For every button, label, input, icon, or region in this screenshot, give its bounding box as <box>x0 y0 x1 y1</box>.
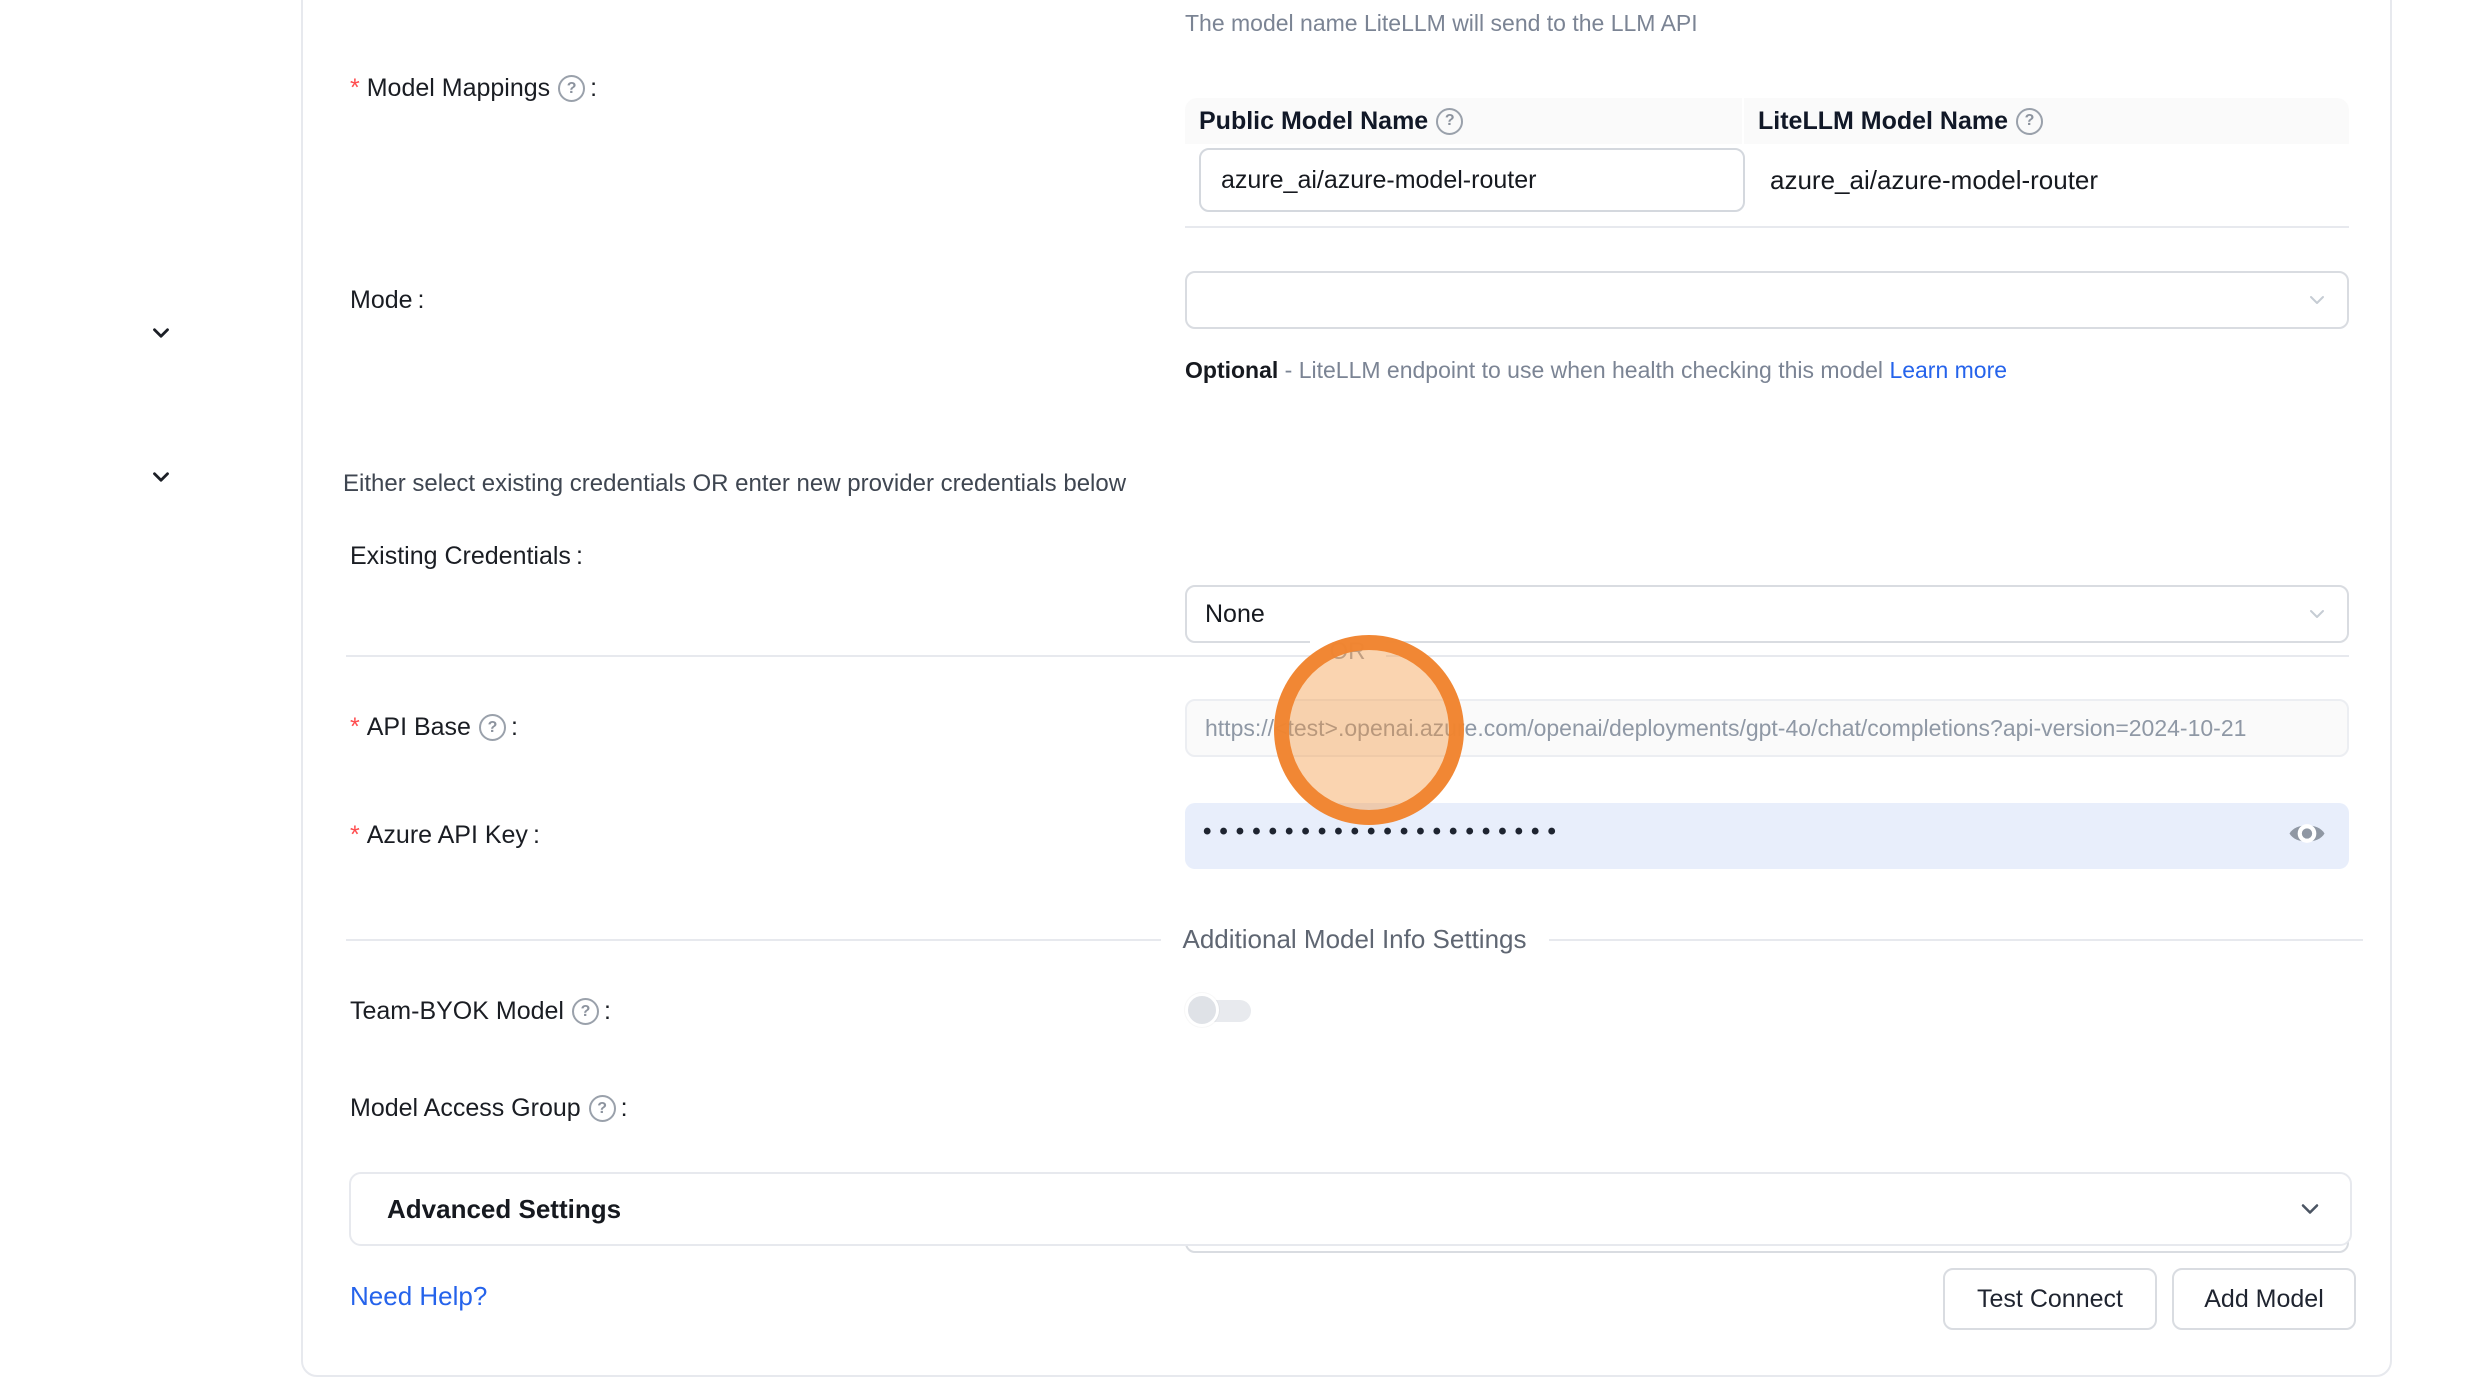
mode-helper-text: Optional - LiteLLM endpoint to use when … <box>1185 350 2035 390</box>
api-base-label: * API Base ? : <box>350 713 518 742</box>
required-asterisk: * <box>350 74 360 103</box>
azure-api-key-label: * Azure API Key : <box>350 821 540 850</box>
mode-select[interactable] <box>1185 271 2349 329</box>
question-icon[interactable]: ? <box>479 714 506 741</box>
question-icon[interactable]: ? <box>589 1095 616 1122</box>
additional-settings-divider: Additional Model Info Settings <box>346 924 2363 955</box>
table-header: Public Model Name ? LiteLLM Model Name ? <box>1185 98 2349 144</box>
eye-icon[interactable] <box>2287 814 2327 859</box>
question-icon[interactable]: ? <box>572 998 599 1025</box>
chevron-down-icon[interactable] <box>148 320 174 346</box>
chevron-down-icon <box>2296 1195 2324 1223</box>
credentials-note: Either select existing credentials OR en… <box>343 470 1126 498</box>
team-byok-label: Team-BYOK Model ? : <box>350 997 611 1026</box>
azure-api-key-input[interactable]: •••••••••••••••••••••• <box>1185 803 2349 869</box>
question-icon[interactable]: ? <box>1436 108 1463 135</box>
chevron-down-icon <box>2305 288 2329 312</box>
or-divider: OR <box>346 638 2349 666</box>
add-model-button[interactable]: Add Model <box>2172 1268 2356 1330</box>
chevron-down-icon[interactable] <box>148 464 174 490</box>
advanced-settings-panel[interactable]: Advanced Settings <box>349 1172 2352 1246</box>
model-mappings-table: Public Model Name ? LiteLLM Model Name ?… <box>1185 98 2349 228</box>
column-header-public-model-name: Public Model Name ? <box>1185 98 1742 144</box>
add-model-form-card: The model name LiteLLM will send to the … <box>301 0 2392 1377</box>
existing-credentials-label: Existing Credentials: <box>350 542 583 571</box>
test-connect-button[interactable]: Test Connect <box>1943 1268 2157 1330</box>
public-model-name-input[interactable]: azure_ai/azure-model-router <box>1199 148 1745 212</box>
model-access-group-label: Model Access Group ? : <box>350 1094 628 1123</box>
need-help-link[interactable]: Need Help? <box>350 1281 487 1312</box>
model-name-helper-text: The model name LiteLLM will send to the … <box>1185 10 1698 37</box>
mode-label: Mode: <box>350 286 425 315</box>
api-base-input[interactable]: https://<test>.openai.azure.com/openai/d… <box>1185 699 2349 757</box>
question-icon[interactable]: ? <box>2016 108 2043 135</box>
question-icon[interactable]: ? <box>558 75 585 102</box>
existing-credentials-select[interactable]: None <box>1185 585 2349 643</box>
model-mappings-label: * Model Mappings ? : <box>350 74 597 103</box>
litellm-model-name-value: azure_ai/azure-model-router <box>1756 148 2098 212</box>
chevron-down-icon <box>2305 602 2329 626</box>
team-byok-toggle[interactable] <box>1185 990 1251 1032</box>
required-asterisk: * <box>350 821 360 850</box>
masked-password-value: •••••••••••••••••••••• <box>1203 818 1564 846</box>
required-asterisk: * <box>350 713 360 742</box>
toggle-knob <box>1185 993 1219 1027</box>
sidebar: ations s TOOLS erence ental s <box>0 0 301 1385</box>
learn-more-link[interactable]: Learn more <box>1889 357 2007 383</box>
column-header-litellm-model-name: LiteLLM Model Name ? <box>1744 98 2349 144</box>
